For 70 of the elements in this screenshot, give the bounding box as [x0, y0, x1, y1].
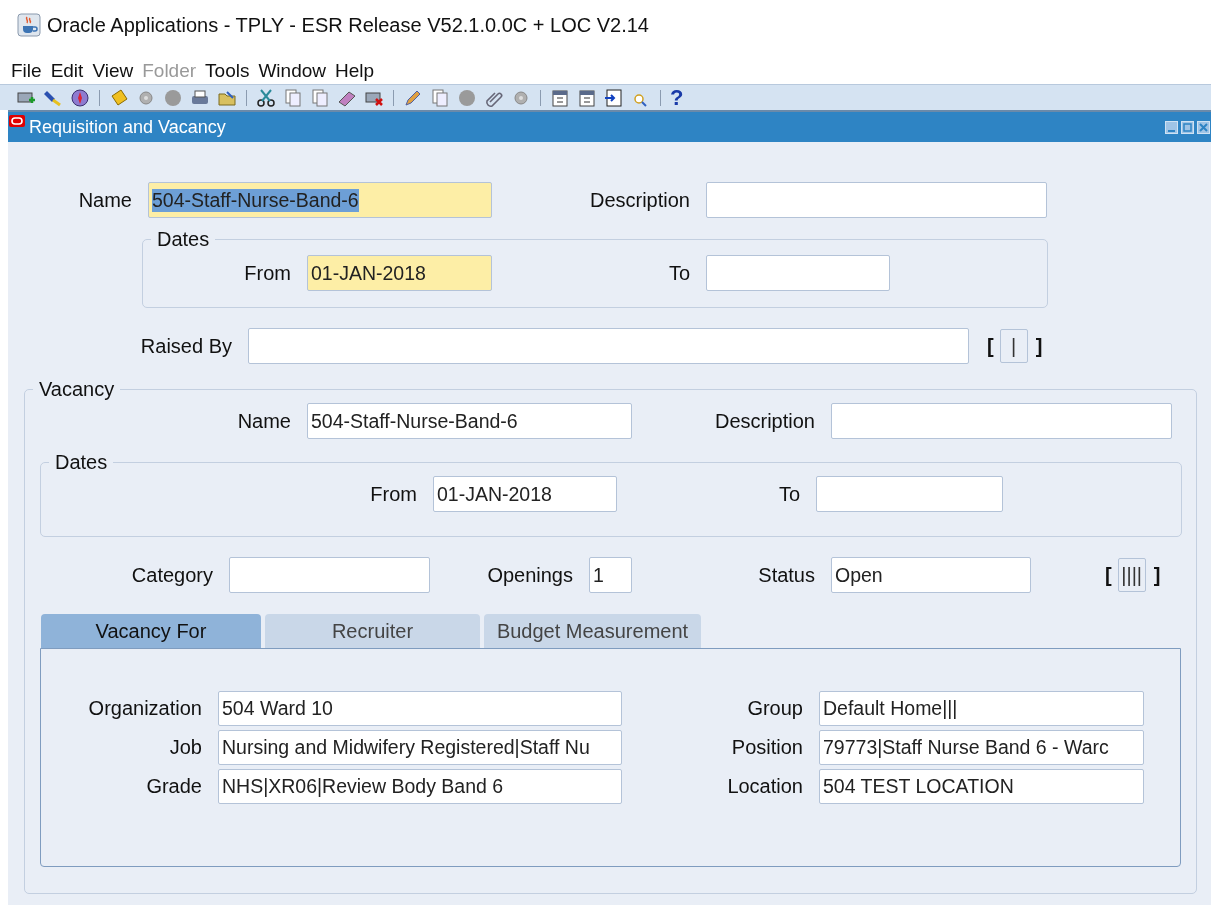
group-label: Vacancy: [38, 378, 116, 401]
field-label: Description: [588, 188, 691, 212]
window-icon[interactable]: [604, 87, 624, 108]
menu-item[interactable]: File: [11, 60, 42, 82]
oracle-logo-icon: [9, 115, 25, 127]
flexfield-button[interactable]: |: [999, 329, 1028, 363]
bracket: [: [987, 334, 994, 358]
calendar-icon[interactable]: [550, 87, 570, 108]
menu-item[interactable]: Window: [258, 60, 326, 82]
calendar-icon[interactable]: [577, 87, 597, 108]
field-label: Openings: [486, 563, 574, 587]
field-label: Job: [168, 736, 203, 759]
field-label: Raised By: [139, 334, 233, 358]
category-field[interactable]: [229, 557, 430, 593]
bracket: [: [1105, 563, 1112, 587]
text-field[interactable]: Nursing and Midwifery Registered|Staff Nu: [218, 730, 622, 765]
field-label: From: [243, 261, 292, 285]
field-label: Category: [130, 563, 214, 587]
field-label: Description: [713, 409, 816, 433]
field-label: Name: [236, 409, 292, 433]
field-label: Position: [730, 736, 804, 759]
close-icon[interactable]: [1197, 120, 1210, 134]
menu-item[interactable]: Tools: [205, 60, 250, 82]
window-title: Oracle Applications - TPLY - ESR Release V52.1.0.0C + LOC V2.14: [47, 13, 649, 37]
group-label: Dates: [156, 228, 211, 251]
field-label: Location: [726, 775, 804, 798]
text-field[interactable]: 504 TEST LOCATION: [819, 769, 1144, 804]
paste-icon[interactable]: [310, 87, 330, 108]
menu-item[interactable]: Help: [335, 60, 375, 82]
description-field[interactable]: [831, 403, 1172, 439]
scissors-icon[interactable]: [256, 87, 276, 108]
date-field[interactable]: [706, 255, 890, 291]
text-field[interactable]: 79773|Staff Nurse Band 6 - Warc: [819, 730, 1144, 765]
field-label: To: [667, 261, 691, 285]
tab[interactable]: Recruiter: [265, 614, 480, 648]
field-label: From: [369, 482, 418, 506]
date-field[interactable]: 01-JAN-2018: [307, 255, 492, 291]
openings-field[interactable]: 1: [589, 557, 632, 593]
bracket: ]: [1153, 563, 1161, 587]
raised-by-field[interactable]: [248, 328, 969, 364]
text-field[interactable]: 504 Ward 10: [218, 691, 622, 726]
tab[interactable]: Vacancy For: [41, 614, 261, 648]
name-field[interactable]: 504-Staff-Nurse-Band-6: [307, 403, 632, 439]
field-label: To: [777, 482, 801, 506]
date-field[interactable]: [816, 476, 1003, 512]
group-label: Dates: [54, 451, 109, 474]
date-field[interactable]: 01-JAN-2018: [433, 476, 617, 512]
menu-item[interactable]: View: [92, 60, 134, 82]
menu-item[interactable]: Edit: [50, 60, 84, 82]
java-cup-icon: [17, 13, 41, 37]
field-label: Organization: [87, 697, 203, 720]
field-label: Status: [757, 563, 816, 587]
description-field[interactable]: [706, 182, 1047, 218]
field-label: Name: [77, 188, 133, 212]
document-icon[interactable]: [430, 87, 450, 108]
field-label: Group: [746, 697, 804, 720]
name-field[interactable]: 504-Staff-Nurse-Band-6: [148, 182, 492, 218]
maximize-icon[interactable]: [1181, 120, 1194, 134]
bracket: ]: [1035, 334, 1043, 358]
form-title: Requisition and Vacancy: [29, 116, 226, 138]
tab[interactable]: Budget Measurement: [484, 614, 701, 648]
field-label: Grade: [145, 775, 203, 798]
text-field[interactable]: Default Home|||: [819, 691, 1144, 726]
minimize-icon[interactable]: [1165, 120, 1178, 134]
compass-icon[interactable]: [70, 87, 90, 108]
flexfield-button[interactable]: ||||: [1117, 558, 1146, 592]
help-button[interactable]: ?: [670, 86, 684, 109]
copy-icon[interactable]: [283, 87, 303, 108]
text-field[interactable]: NHS|XR06|Review Body Band 6: [218, 769, 622, 804]
status-field[interactable]: Open: [831, 557, 1031, 593]
